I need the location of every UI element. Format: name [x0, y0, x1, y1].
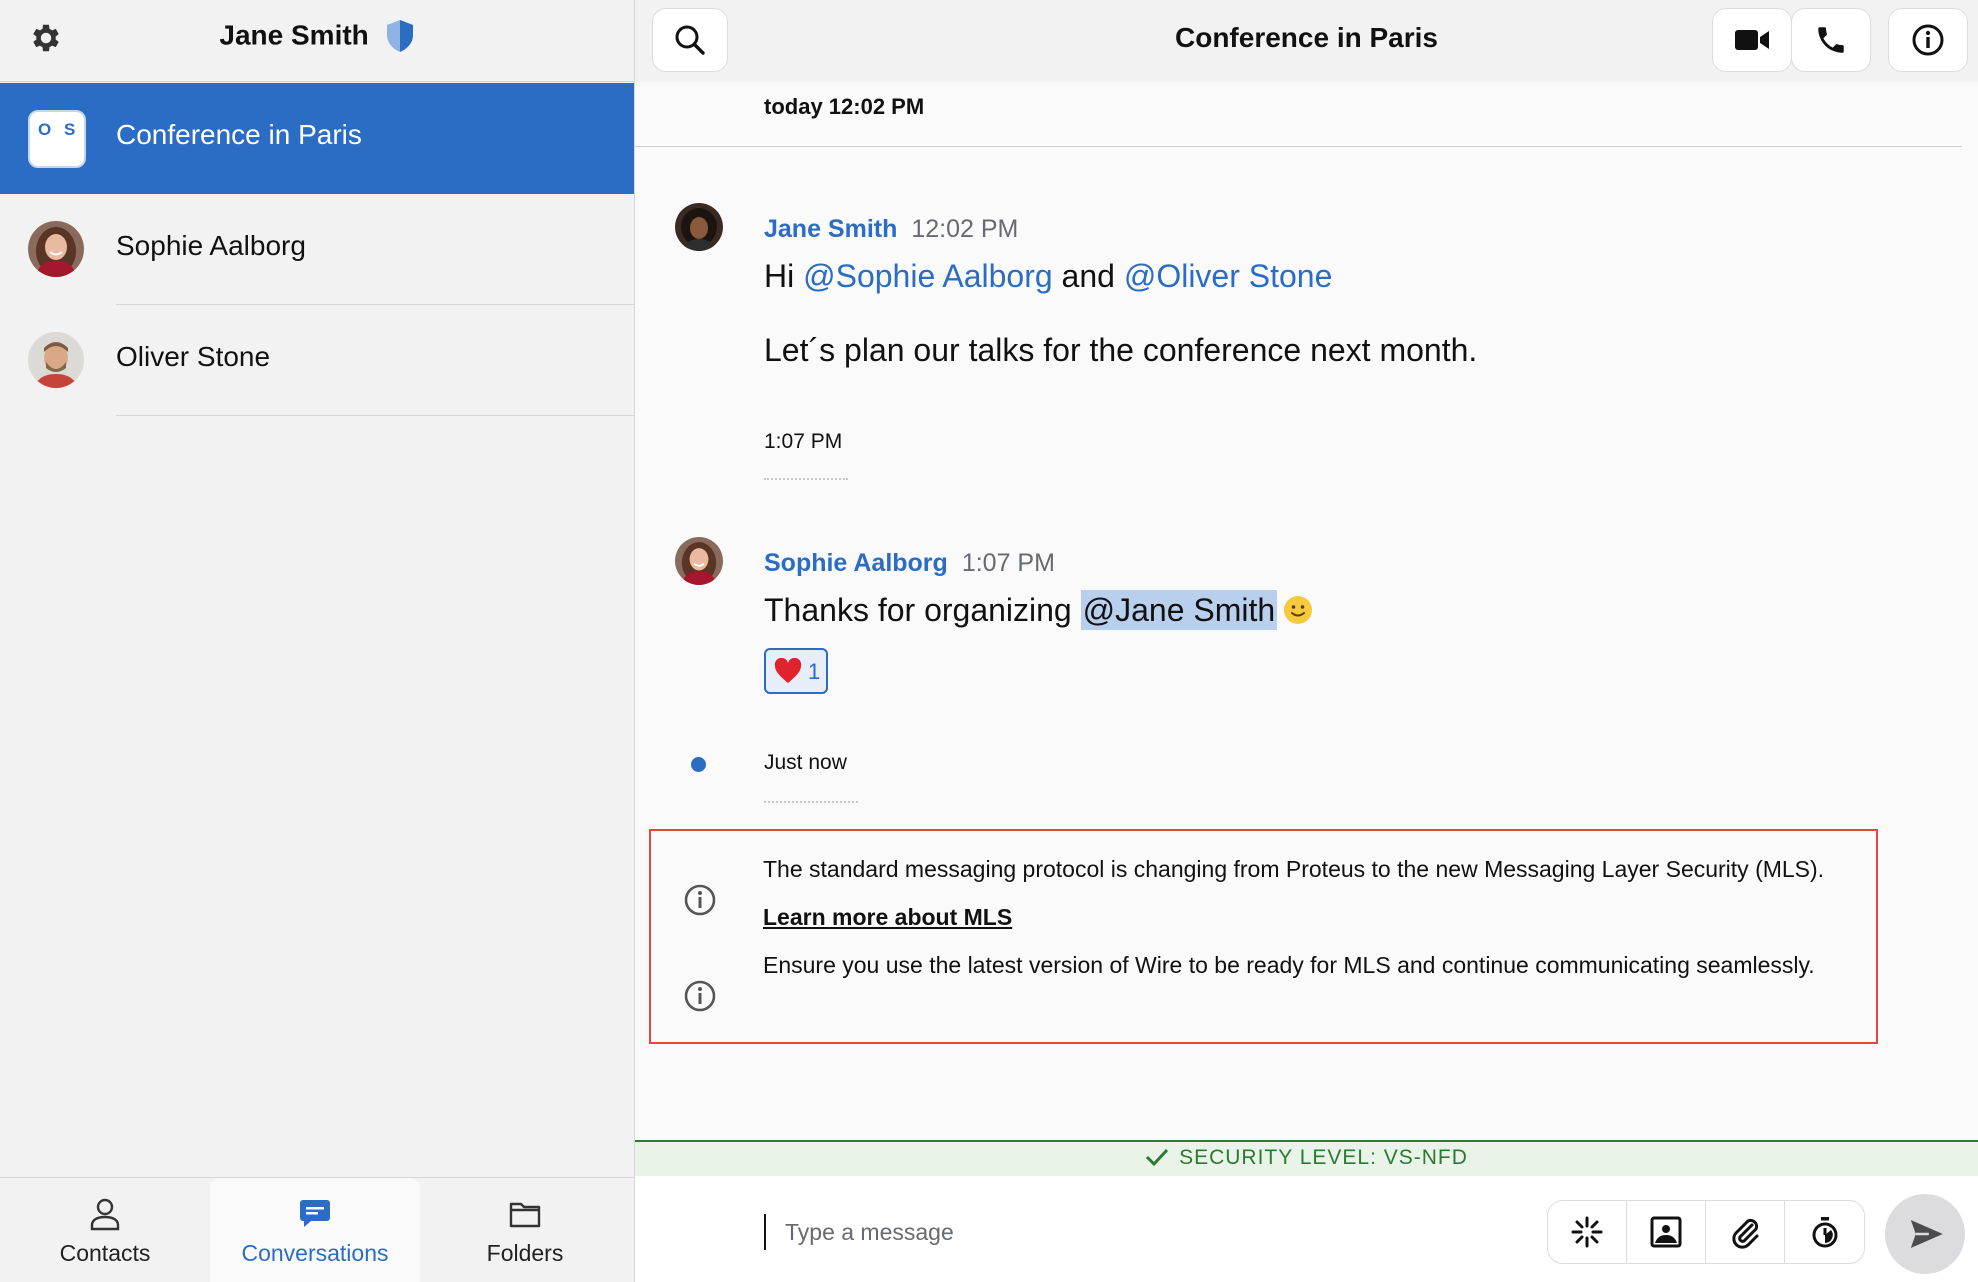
timed-message-button[interactable]	[1785, 1201, 1864, 1263]
divider	[635, 146, 1962, 147]
sidebar-header: Jane Smith	[0, 0, 634, 82]
nav-label: Folders	[486, 1240, 564, 1266]
notice-text: The standard messaging protocol is chang…	[763, 845, 1863, 941]
conversation-item-oliver-stone[interactable]: Oliver Stone	[0, 305, 634, 416]
message-text: Thanks for organizing @Jane Smith	[764, 590, 1313, 630]
send-button[interactable]	[1885, 1194, 1965, 1274]
conversation-label: Sophie Aalborg	[116, 230, 306, 261]
reaction-heart[interactable]: 1	[764, 648, 828, 694]
divider	[764, 801, 858, 803]
conversation-item-conference-in-paris[interactable]: O S Conference in Paris	[0, 83, 634, 194]
person-icon	[87, 1196, 123, 1232]
mention[interactable]: @Sophie Aalborg	[803, 258, 1053, 294]
folder-icon	[507, 1196, 543, 1232]
day-marker: today 12:02 PM	[764, 94, 925, 119]
image-icon	[1650, 1216, 1682, 1248]
divider	[764, 478, 848, 480]
video-camera-icon	[1735, 30, 1769, 50]
message-text-part: and	[1052, 258, 1124, 294]
mention[interactable]: @Oliver Stone	[1124, 258, 1333, 294]
conversation-item-sophie-aalborg[interactable]: Sophie Aalborg	[0, 194, 634, 305]
avatar[interactable]	[675, 203, 723, 251]
sidebar-nav: Contacts Conversations Folders	[0, 1177, 634, 1282]
avatar[interactable]	[675, 537, 723, 585]
mls-system-notice: The standard messaging protocol is chang…	[649, 829, 1878, 1044]
info-icon	[1912, 24, 1944, 56]
nav-folders[interactable]: Folders	[420, 1178, 630, 1282]
conversation-pane: Conference in Paris today 12:02 PM Jane …	[635, 0, 1978, 1282]
stopwatch-icon	[1812, 1217, 1837, 1248]
conversation-label: Conference in Paris	[116, 119, 362, 150]
chat-bubble-icon	[297, 1196, 333, 1232]
message-sender[interactable]: Jane Smith 12:02 PM	[764, 215, 1018, 244]
self-mention[interactable]: @Jane Smith	[1080, 590, 1278, 630]
ping-icon	[1571, 1216, 1603, 1248]
wire-app: Jane Smith O S Conference in Paris Sophi…	[0, 0, 1978, 1282]
divider	[116, 415, 634, 416]
message-time: 12:02 PM	[911, 215, 1019, 243]
nav-label: Contacts	[59, 1240, 151, 1266]
nav-conversations[interactable]: Conversations	[210, 1178, 420, 1282]
audio-call-button[interactable]	[1791, 8, 1871, 72]
message-composer	[635, 1176, 1978, 1282]
avatar	[28, 221, 84, 277]
nav-contacts[interactable]: Contacts	[0, 1178, 210, 1282]
conversation-list: O S Conference in Paris Sophie Aalborg O…	[0, 83, 634, 416]
shield-icon	[385, 19, 415, 53]
learn-more-mls-link[interactable]: Learn more about MLS	[763, 904, 1012, 930]
group-avatar-letter: S	[64, 120, 76, 139]
heart-icon	[774, 658, 802, 683]
sender-name: Sophie Aalborg	[764, 549, 948, 577]
paperclip-icon	[1732, 1218, 1759, 1249]
notice-text: Ensure you use the latest version of Wir…	[763, 952, 1815, 978]
message-text-part: Thanks for organizing	[764, 592, 1081, 628]
conversation-header: Conference in Paris	[635, 0, 1978, 82]
message-text: Let´s plan our talks for the conference …	[764, 332, 1478, 368]
security-level-banner: SECURITY LEVEL: VS-NFD	[635, 1140, 1978, 1176]
notice-line: The standard messaging protocol is chang…	[763, 856, 1825, 882]
time-separator: 1:07 PM	[764, 430, 843, 453]
info-icon	[683, 979, 717, 1013]
security-level-text: SECURITY LEVEL: VS-NFD	[1179, 1146, 1468, 1169]
message-text-part: Hi	[764, 258, 804, 294]
group-avatar: O S	[28, 110, 86, 168]
text-caret	[764, 1214, 766, 1250]
message-input[interactable]	[785, 1214, 1385, 1250]
image-button[interactable]	[1627, 1201, 1706, 1263]
phone-icon	[1818, 27, 1844, 53]
message-sender[interactable]: Sophie Aalborg 1:07 PM	[764, 549, 1055, 578]
ping-button[interactable]	[1548, 1201, 1627, 1263]
composer-tools	[1547, 1200, 1865, 1264]
message-time: 1:07 PM	[961, 549, 1055, 577]
conversation-label: Oliver Stone	[116, 341, 271, 372]
video-call-button[interactable]	[1712, 8, 1792, 72]
conversation-info-button[interactable]	[1888, 8, 1968, 72]
checkmark-icon	[1146, 1148, 1169, 1167]
info-icon	[683, 883, 717, 917]
attach-file-button[interactable]	[1706, 1201, 1785, 1263]
user-name: Jane Smith	[219, 19, 369, 51]
current-user: Jane Smith	[0, 18, 634, 53]
sidebar: Jane Smith O S Conference in Paris Sophi…	[0, 0, 635, 1282]
sender-name: Jane Smith	[764, 215, 898, 243]
avatar	[28, 332, 84, 388]
nav-label: Conversations	[241, 1240, 389, 1266]
group-avatar-letter: O	[38, 120, 52, 139]
smile-emoji-icon	[1283, 595, 1313, 625]
send-icon	[1910, 1220, 1943, 1248]
unread-indicator	[691, 757, 706, 772]
reaction-count: 1	[808, 659, 821, 684]
time-separator: Just now	[764, 751, 847, 774]
message-text: Hi @Sophie Aalborg and @Oliver Stone	[764, 258, 1332, 295]
